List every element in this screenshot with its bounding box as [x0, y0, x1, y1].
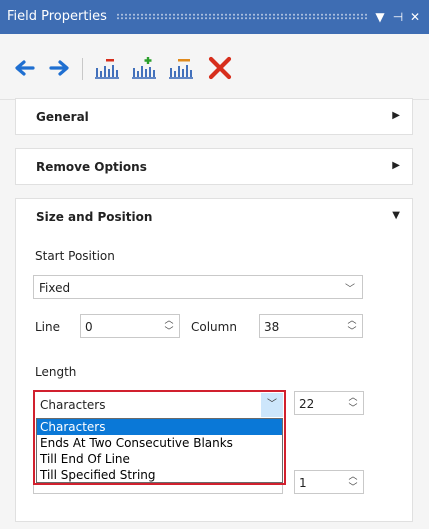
start-position-value: Fixed — [39, 281, 71, 295]
window-title: Field Properties — [7, 9, 107, 24]
length-number-value: 22 — [299, 397, 315, 411]
pin-icon[interactable]: ⊣ — [390, 7, 406, 27]
expand-arrow-icon: ▶ — [392, 110, 400, 121]
length-select-value: Characters — [40, 398, 106, 412]
start-position-select[interactable]: Fixed ﹀ — [33, 275, 363, 299]
back-arrow-icon[interactable] — [11, 55, 37, 81]
length-dropdown-open: Characters ﹀ Characters Ends At Two Cons… — [33, 390, 286, 485]
spin-down-icon[interactable]: ﹀ — [346, 404, 360, 414]
length-label: Length — [35, 365, 77, 379]
section-size-and-position[interactable]: Size and Position ▼ — [15, 198, 413, 235]
field-insert-icon[interactable] — [168, 55, 194, 81]
field-remove-icon[interactable] — [94, 55, 120, 81]
spin-up-icon[interactable]: ︿ — [345, 316, 359, 326]
start-position-label: Start Position — [35, 249, 115, 263]
spin-up-icon[interactable]: ︿ — [346, 472, 360, 482]
list-item[interactable]: Till End Of Line — [37, 451, 282, 467]
second-number-value: 1 — [299, 476, 307, 490]
list-item[interactable]: Characters — [37, 419, 282, 435]
title-bar: Field Properties ▼ ⊣ ✕ — [0, 0, 429, 34]
drag-grip[interactable] — [116, 13, 367, 20]
column-label: Column — [191, 320, 237, 334]
spin-down-icon[interactable]: ﹀ — [345, 327, 359, 337]
field-add-icon[interactable] — [131, 55, 157, 81]
forward-arrow-icon[interactable] — [47, 55, 73, 81]
length-select[interactable]: Characters ﹀ — [36, 393, 283, 417]
spin-down-icon[interactable]: ﹀ — [346, 483, 360, 493]
section-remove-options-label: Remove Options — [36, 160, 147, 174]
delete-icon[interactable] — [207, 55, 233, 81]
section-general[interactable]: General ▶ — [15, 98, 413, 135]
section-general-label: General — [36, 110, 89, 124]
line-spinner[interactable]: 0 ︿ ﹀ — [80, 314, 180, 338]
section-remove-options[interactable]: Remove Options ▶ — [15, 148, 413, 185]
column-value: 38 — [264, 320, 280, 334]
chevron-down-icon[interactable]: ﹀ — [261, 393, 283, 417]
toolbar — [0, 34, 429, 100]
length-spinner[interactable]: 22 ︿ ﹀ — [294, 391, 364, 415]
column-spinner[interactable]: 38 ︿ ﹀ — [259, 314, 363, 338]
spin-down-icon[interactable]: ﹀ — [162, 327, 176, 337]
expand-arrow-icon: ▶ — [392, 160, 400, 171]
second-spinner[interactable]: 1 ︿ ﹀ — [294, 470, 364, 494]
chevron-down-icon: ﹀ — [345, 284, 355, 295]
line-label: Line — [35, 320, 61, 334]
line-value: 0 — [85, 320, 93, 334]
length-options-list: Characters Ends At Two Consecutive Blank… — [36, 418, 283, 483]
spin-up-icon[interactable]: ︿ — [346, 393, 360, 403]
close-icon[interactable]: ✕ — [407, 7, 423, 27]
section-size-and-position-label: Size and Position — [36, 210, 153, 224]
list-item[interactable]: Ends At Two Consecutive Blanks — [37, 435, 282, 451]
collapse-arrow-icon: ▼ — [392, 210, 400, 221]
dropdown-menu-icon[interactable]: ▼ — [372, 7, 388, 27]
toolbar-separator — [82, 58, 83, 80]
spin-up-icon[interactable]: ︿ — [162, 316, 176, 326]
list-item[interactable]: Till Specified String — [37, 467, 282, 483]
